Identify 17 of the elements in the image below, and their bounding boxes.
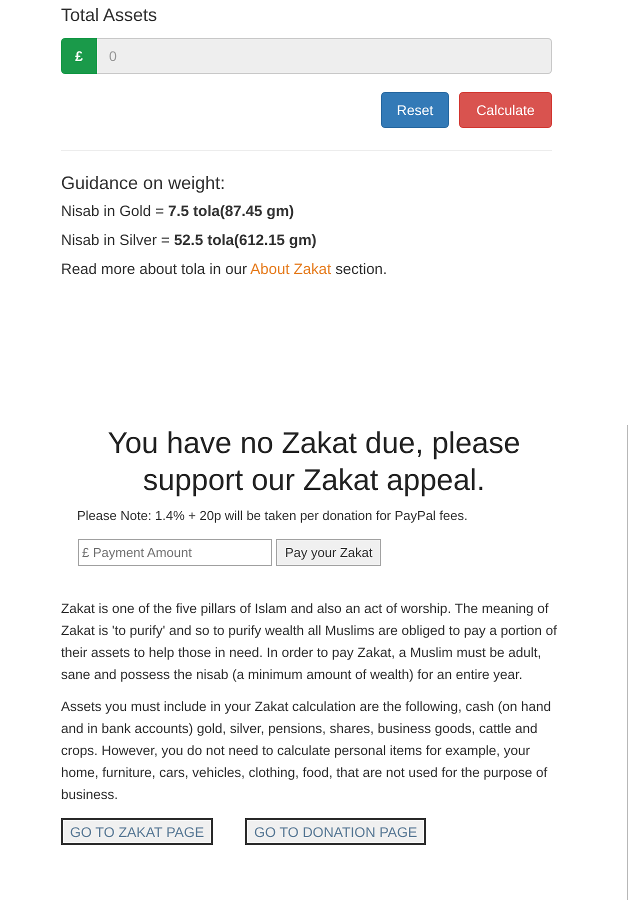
pay-button[interactable]: Pay your Zakat: [276, 539, 382, 566]
reset-button[interactable]: Reset: [381, 92, 449, 128]
nisab-text: Nisab in Silver = 52.5 tola(612.15 gm): [61, 231, 318, 251]
guidance-heading: Guidance on weight:: [61, 172, 226, 195]
nav-button[interactable]: GO TO DONATION PAGE: [245, 818, 426, 845]
info-paragraph: Assets you must include in your Zakat calculation are the following, cash (on hand and in bank accounts) gold, silver, pensions, shares, business goods, cattle and crops. However, you do not need to calculate personal items for example, your home, furniture, cars, vehicles, clothing, food, that are not used for the purpose of business.: [61, 698, 552, 804]
payment-amount-field[interactable]: £ Payment Amount: [78, 539, 272, 566]
calculate-button[interactable]: Calculate: [459, 92, 552, 128]
info-paragraph: Zakat is one of the five pillars of Islam and also an act of worship. The meaning of Zakat is 'to purify' and so to purify wealth all Muslims are obliged to pay a portion of their assets to help those in need. In order to pay Zakat, a Muslim must be adult, sane and possess the nisab (a minimum amount of wealth) for an entire year.: [61, 600, 558, 684]
nisab-text: Nisab in Gold = 7.5 tola(87.45 gm): [61, 202, 296, 222]
about-zakat-link[interactable]: About Zakat: [250, 261, 332, 278]
field-label: Total Assets: [61, 4, 158, 26]
fee-note: Please Note: 1.4% + 20p will be taken per donation for PayPal fees.: [77, 507, 469, 525]
currency-addon: £: [61, 38, 97, 74]
read-more-text: Read more about tola in our About Zakat section.: [61, 260, 388, 280]
appeal-heading: You have no Zakat due, please support our Zakat appeal.: [106, 426, 522, 499]
nav-button[interactable]: GO TO ZAKAT PAGE: [61, 818, 214, 845]
